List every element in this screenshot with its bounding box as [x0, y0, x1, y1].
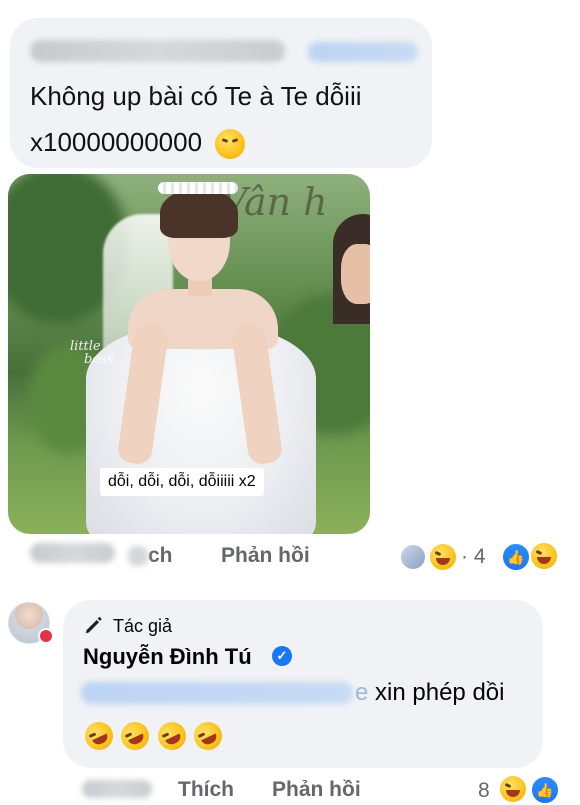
- logo-line2: boss: [84, 352, 114, 367]
- blurred-timestamp[interactable]: [30, 543, 115, 563]
- like-icon: 👍: [501, 542, 531, 572]
- reply-emoji-row: [80, 717, 227, 755]
- like-button[interactable]: ch: [128, 544, 173, 568]
- comment-text-line1: Không up bài có Te à Te dỗiii: [30, 81, 362, 111]
- comment-text-number: x10000000000: [30, 127, 203, 157]
- rofl-emoji: [189, 717, 227, 755]
- like-label-fragment: ch: [148, 544, 173, 567]
- reaction-count[interactable]: · 4: [461, 545, 486, 569]
- blurred-mention-link[interactable]: [81, 682, 353, 704]
- comment-bubble: Không up bài có Te à Te dỗiii x100000000…: [10, 18, 432, 168]
- rofl-emoji: [116, 717, 155, 755]
- comment-photo[interactable]: Vân h little boss dỗi, dỗi, dỗi, dỗiiiii…: [8, 174, 370, 534]
- author-tag-label: Tác giả: [113, 616, 173, 636]
- reply-text: e xin phép dồi: [355, 679, 505, 706]
- blurred-commenter-name[interactable]: [30, 40, 285, 62]
- reaction-count[interactable]: 8: [478, 779, 490, 803]
- face-with-steam-emoji: [215, 129, 246, 160]
- laughing-emoji: [500, 776, 526, 802]
- groom-face: [341, 244, 370, 304]
- blurred-tag-link[interactable]: [308, 42, 418, 62]
- comment-text-line2: x10000000000: [30, 126, 246, 160]
- author-name[interactable]: Nguyễn Đình Tú: [83, 644, 252, 670]
- photo-caption: dỗi, dỗi, dỗi, dỗiiiii x2: [100, 468, 264, 496]
- blurred-timestamp[interactable]: [82, 780, 152, 798]
- watermark-logo: little boss: [70, 340, 114, 366]
- rofl-emoji: [80, 717, 118, 755]
- verified-badge-icon: ✓: [272, 646, 292, 666]
- reactor-avatar: [399, 543, 427, 571]
- bridal-tiara: [158, 182, 238, 194]
- bride-hair: [160, 188, 238, 238]
- avatar-status-badge: [38, 628, 54, 644]
- reply-button[interactable]: Phản hồi: [221, 544, 310, 568]
- laughing-emoji: [430, 544, 456, 570]
- pen-icon: [85, 616, 102, 634]
- reply-bubble: Tác giả Nguyễn Đình Tú ✓ e xin phép dồi: [63, 600, 543, 768]
- reply-button[interactable]: Phản hồi: [272, 778, 361, 802]
- reply-text-content: xin phép dồi: [375, 679, 505, 706]
- like-button[interactable]: Thích: [178, 778, 234, 802]
- laughing-emoji: [531, 543, 557, 569]
- rofl-emoji: [153, 717, 191, 755]
